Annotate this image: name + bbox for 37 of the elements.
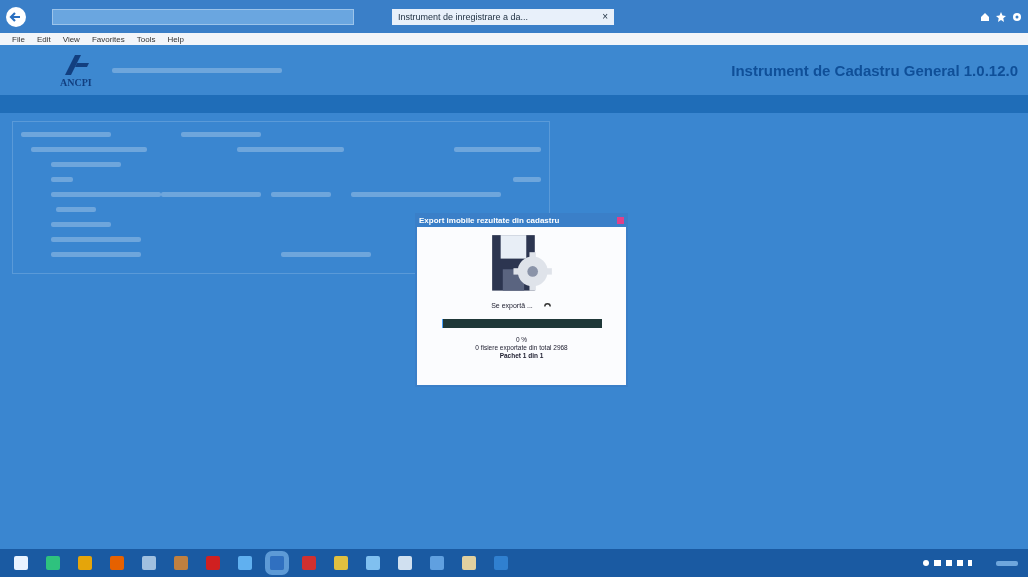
menu-item[interactable]: File [12,34,25,44]
blurred-text [56,207,96,212]
blurred-text [51,177,74,182]
menu-item[interactable]: Tools [136,34,156,44]
settings-icon[interactable] [1012,11,1022,22]
logo-text: ANCPI [60,76,92,88]
app-icon[interactable] [206,556,220,570]
menu-item[interactable]: Edit [36,34,51,44]
blurred-clock [996,560,1018,566]
blurred-text [513,177,541,182]
browser-tab[interactable]: Instrument de inregistrare a da... × [392,8,614,25]
menu-item[interactable]: Help [167,34,184,44]
app-icon[interactable] [334,556,348,570]
app-icon[interactable] [430,556,444,570]
app-icon[interactable] [398,556,412,570]
dialog-title: Export imobile rezultate din cadastru [419,215,560,225]
app-title: Instrument de Cadastru General 1.0.12.0 [731,61,1018,79]
app-icon[interactable] [142,556,156,570]
blurred-text [51,222,111,227]
app-icon[interactable] [46,556,60,570]
home-icon[interactable] [980,11,990,22]
app-icon[interactable] [302,556,316,570]
blurred-text [51,162,121,167]
app-icon[interactable] [110,556,124,570]
app-icon[interactable] [494,556,508,570]
address-field[interactable] [52,8,354,25]
menu-item[interactable]: View [62,34,80,44]
menu-item[interactable]: Favorites [91,34,125,44]
app-icon[interactable] [174,556,188,570]
app-icon[interactable] [462,556,476,570]
close-button[interactable] [617,216,624,224]
app-icon[interactable] [238,556,252,570]
app-icon[interactable] [78,556,92,570]
app-icon[interactable] [14,556,28,570]
app-icon[interactable] [366,556,380,570]
star-icon[interactable] [996,11,1006,22]
blurred-text [271,192,331,197]
